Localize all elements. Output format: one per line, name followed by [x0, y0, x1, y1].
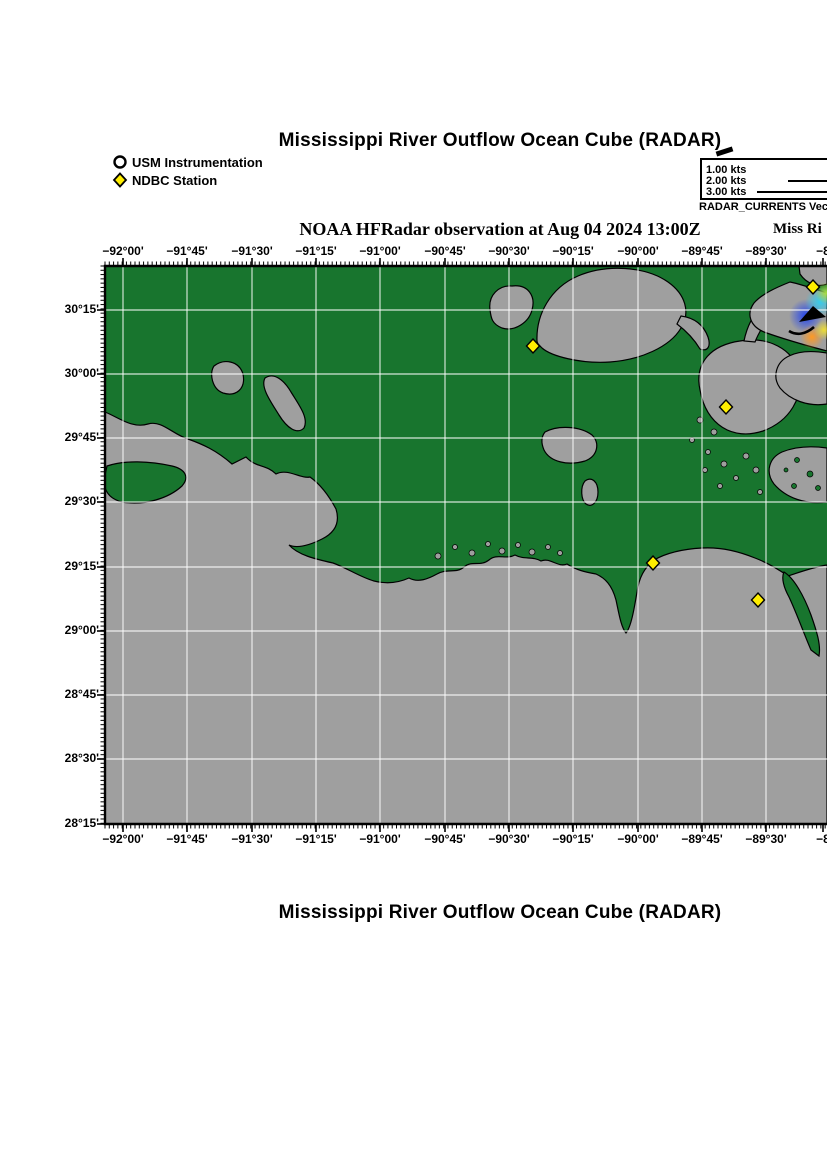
- map-title-bottom: Mississippi River Outflow Ocean Cube (RA…: [100, 902, 827, 924]
- y-axis-label: 29°00': [37, 623, 99, 637]
- x-axis-label-bottom: −89°30': [734, 832, 798, 846]
- x-axis-label-bottom: −89°45': [670, 832, 734, 846]
- x-axis-label-top: −91°00': [348, 244, 412, 258]
- x-axis-label-top: −90°45': [413, 244, 477, 258]
- x-axis-label-bottom: −91°15': [284, 832, 348, 846]
- y-axis-label: 30°00': [37, 366, 99, 380]
- x-axis-label-bottom: −91°00': [348, 832, 412, 846]
- x-axis-label-bottom: −90°15': [541, 832, 605, 846]
- map-area: [104, 266, 827, 824]
- x-axis-label-bottom: −90°45': [413, 832, 477, 846]
- figure-page: Mississippi River Outflow Ocean Cube (RA…: [0, 0, 827, 1170]
- x-axis-label-bottom: −8: [791, 832, 827, 846]
- x-axis-label-top: −91°45': [155, 244, 219, 258]
- x-axis-label-top: −91°30': [220, 244, 284, 258]
- y-axis-label: 28°30': [37, 751, 99, 765]
- x-axis-label-top: −89°30': [734, 244, 798, 258]
- lake-verret: [212, 362, 244, 394]
- y-axis-label: 29°15': [37, 559, 99, 573]
- y-axis-label: 30°15': [37, 302, 99, 316]
- x-axis-label-top: −91°15': [284, 244, 348, 258]
- y-axis-label: 28°45': [37, 687, 99, 701]
- x-axis-label-top: −90°15': [541, 244, 605, 258]
- map-canvas: [0, 0, 827, 1170]
- lake-salvador: [542, 427, 597, 463]
- y-axis-label: 29°30': [37, 494, 99, 508]
- x-axis-label-top: −90°30': [477, 244, 541, 258]
- x-axis-label-top: −90°00': [606, 244, 670, 258]
- y-axis-label: 28°15': [37, 816, 99, 830]
- x-axis-label-bottom: −90°00': [606, 832, 670, 846]
- x-axis-label-bottom: −92°00': [91, 832, 155, 846]
- x-axis-label-top: −8: [791, 244, 827, 258]
- x-axis-label-bottom: −91°45': [155, 832, 219, 846]
- x-axis-label-top: −92°00': [91, 244, 155, 258]
- x-axis-label-bottom: −91°30': [220, 832, 284, 846]
- x-axis-label-bottom: −90°30': [477, 832, 541, 846]
- x-axis-label-top: −89°45': [670, 244, 734, 258]
- y-axis-label: 29°45': [37, 430, 99, 444]
